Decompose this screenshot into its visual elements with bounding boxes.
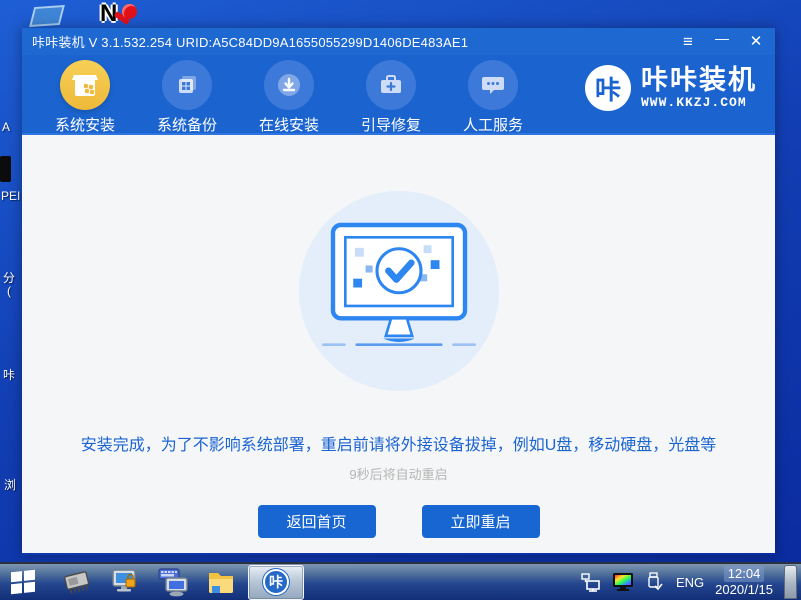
logo-url: WWW.KKZJ.COM — [641, 95, 757, 110]
desktop-label-fragment: 分( — [3, 272, 15, 298]
desktop-label-fragment: 咔 — [3, 366, 15, 383]
usb-eject-icon[interactable] — [643, 571, 665, 593]
close-icon[interactable]: ✕ — [747, 34, 765, 49]
content-panel: 安装完成，为了不影响系统部署，重启前请将外接设备拔掉，例如U盘，移动硬盘，光盘等… — [22, 135, 775, 553]
menu-icon[interactable]: ≡ — [679, 34, 697, 49]
nav-label: 系统安装 — [55, 114, 115, 135]
nav-label: 引导修复 — [361, 114, 421, 135]
nav-label: 系统备份 — [157, 114, 217, 135]
desktop-icon-nkey[interactable]: N — [100, 2, 144, 28]
titlebar[interactable]: 咔咔装机 V 3.1.532.254 URID:A5C84DD9A1655055… — [22, 28, 775, 55]
nav-item-manual-service[interactable]: 人工服务 — [452, 55, 534, 135]
windows-logo-icon — [11, 570, 35, 595]
fragment-line: ( — [7, 284, 11, 298]
desktop-icon-screen-partial[interactable] — [29, 5, 65, 27]
action-buttons: 返回首页 立即重启 — [258, 505, 540, 538]
success-illustration — [299, 191, 499, 391]
taskbar-ramdisk-icon[interactable] — [60, 565, 94, 599]
kaka-logo-icon: 咔 — [585, 65, 631, 111]
display-settings-icon[interactable] — [612, 571, 634, 593]
start-button[interactable] — [0, 564, 46, 600]
red-key-icon — [122, 4, 137, 19]
logo-text: 咔咔装机 WWW.KKZJ.COM — [641, 66, 757, 110]
desktop-label-fragment: PEI — [1, 189, 20, 203]
backup-layers-icon — [162, 60, 212, 110]
fragment-line: 分 — [3, 271, 15, 285]
restart-now-button[interactable]: 立即重启 — [422, 505, 540, 538]
clock-date: 2020/1/15 — [715, 582, 773, 597]
taskbar-icons — [60, 565, 238, 599]
nav-item-system-install[interactable]: 系统安装 — [44, 55, 126, 135]
system-tray: ENG 12:04 2020/1/15 — [581, 564, 801, 600]
clock-time: 12:04 — [724, 566, 765, 582]
minimize-icon[interactable]: — — [713, 31, 731, 46]
clock[interactable]: 12:04 2020/1/15 — [715, 566, 773, 598]
desktop-label-fragment: 浏 — [4, 476, 16, 493]
language-indicator[interactable]: ENG — [676, 575, 704, 590]
nav-item-online-install[interactable]: 在线安装 — [248, 55, 330, 135]
restart-countdown: 9秒后将自动重启 — [349, 464, 447, 483]
nav-label: 在线安装 — [259, 114, 319, 135]
install-box-icon — [60, 60, 110, 110]
taskbar-pc-lock-icon[interactable] — [108, 565, 142, 599]
window-controls: ≡ — ✕ — [679, 34, 765, 49]
taskbar-keyboard-pc-icon[interactable] — [156, 565, 190, 599]
taskbar: 咔 — [0, 562, 801, 600]
monitor-check-icon — [311, 213, 487, 369]
completion-message: 安装完成，为了不影响系统部署，重启前请将外接设备拔掉，例如U盘，移动硬盘，光盘等 — [81, 431, 717, 455]
desktop: N A PEI 分( 咔 浏 咔咔装机 V 3.1.532.254 URID:A… — [0, 0, 801, 600]
brand-logo: 咔 咔咔装机 WWW.KKZJ.COM — [585, 65, 757, 111]
nav-item-boot-repair[interactable]: 引导修复 — [350, 55, 432, 135]
download-icon — [264, 60, 314, 110]
repair-toolbox-icon — [366, 60, 416, 110]
taskbar-kaka-installer-button[interactable]: 咔 — [248, 565, 304, 600]
nav-label: 人工服务 — [463, 114, 523, 135]
desktop-icon-fragment — [0, 156, 11, 182]
kaka-installer-window: 咔咔装机 V 3.1.532.254 URID:A5C84DD9A1655055… — [22, 28, 775, 555]
return-home-button[interactable]: 返回首页 — [258, 505, 376, 538]
nav-bar: 系统安装 系统备份 — [22, 55, 775, 135]
kaka-taskbar-logo-icon: 咔 — [263, 569, 289, 595]
logo-title: 咔咔装机 — [641, 66, 757, 95]
window-title: 咔咔装机 V 3.1.532.254 URID:A5C84DD9A1655055… — [32, 32, 679, 51]
chat-bubble-icon — [468, 60, 518, 110]
desktop-label-fragment: A — [2, 120, 10, 134]
network-icon[interactable] — [581, 571, 603, 593]
taskbar-file-explorer-icon[interactable] — [204, 565, 238, 599]
nav-item-system-backup[interactable]: 系统备份 — [146, 55, 228, 135]
show-desktop-button[interactable] — [784, 565, 797, 599]
